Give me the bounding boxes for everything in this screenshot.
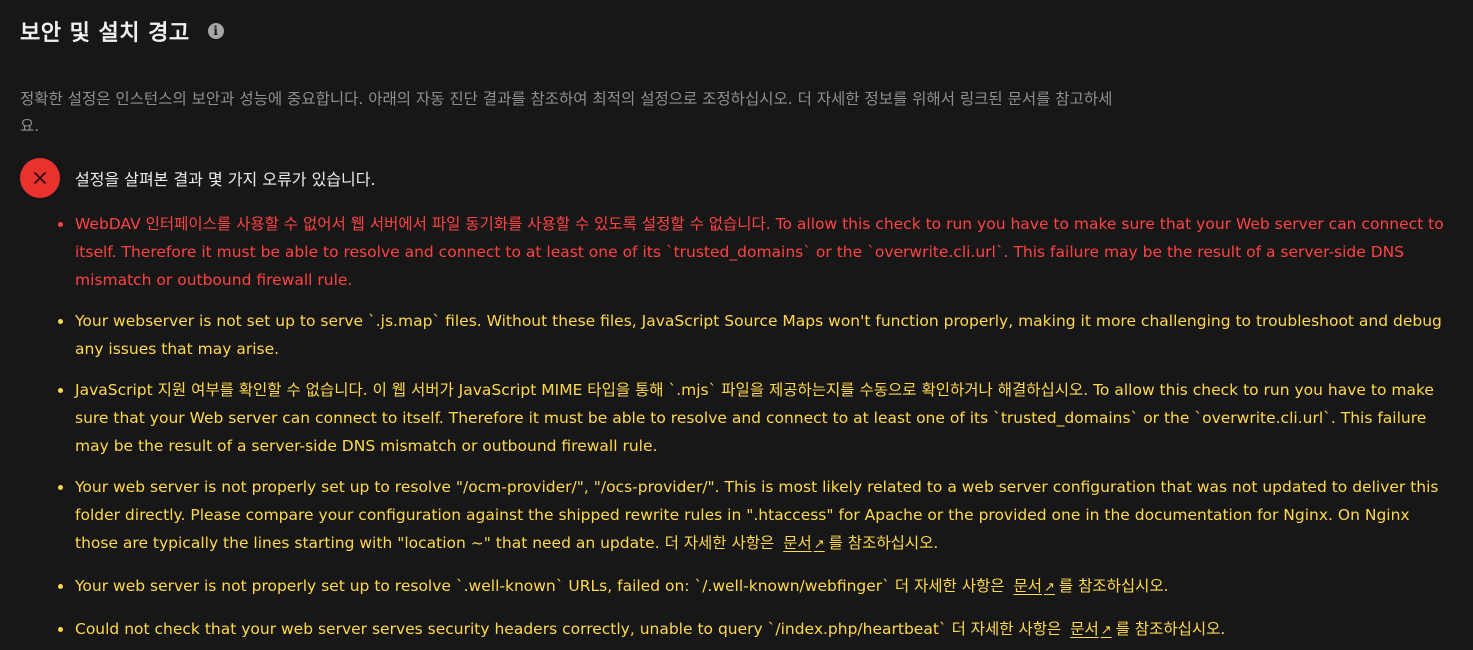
link-label: 문서	[1070, 620, 1099, 638]
issue-text-suffix: 를 참조하십시오.	[1115, 620, 1226, 638]
external-link-icon: ↗	[813, 537, 825, 552]
issue-item-js-map: Your webserver is not set up to serve `.…	[58, 307, 1453, 363]
link-label: 문서	[783, 534, 812, 552]
section-title: 보안 및 설치 경고	[20, 21, 190, 46]
issue-text: Your web server is not properly set up t…	[75, 577, 1005, 595]
bullet	[58, 584, 63, 589]
link-label: 문서	[1013, 577, 1042, 595]
status-text: 설정을 살펴본 결과 몇 가지 오류가 있습니다.	[75, 170, 376, 189]
bullet	[58, 485, 63, 490]
issue-item-ocm-provider: Your web server is not properly set up t…	[58, 473, 1453, 559]
close-icon	[20, 158, 60, 198]
documentation-link[interactable]: 문서 ↗	[1070, 620, 1111, 638]
status-row: 설정을 살펴본 결과 몇 가지 오류가 있습니다.	[20, 158, 1453, 198]
documentation-link[interactable]: 문서 ↗	[1013, 577, 1054, 595]
info-icon[interactable]: i	[207, 23, 224, 39]
issue-item-security-headers: Could not check that your web server ser…	[58, 615, 1453, 645]
security-setup-warnings-section: 보안 및 설치 경고 i 정확한 설정은 인스턴스의 보안과 성능에 중요합니다…	[0, 0, 1473, 650]
intro-text: 정확한 설정은 인스턴스의 보안과 성능에 중요합니다. 아래의 자동 진단 결…	[20, 90, 1113, 135]
section-header: 보안 및 설치 경고 i	[20, 14, 1453, 48]
bullet	[58, 222, 63, 227]
issue-text-suffix: 를 참조하십시오.	[1058, 577, 1169, 595]
issue-text: Could not check that your web server ser…	[75, 620, 1062, 638]
issue-item-well-known: Your web server is not properly set up t…	[58, 572, 1453, 602]
issue-text: WebDAV 인터페이스를 사용할 수 없어서 웹 서버에서 파일 동기화를 사…	[75, 215, 1444, 289]
issue-item-mjs-mime: JavaScript 지원 여부를 확인할 수 없습니다. 이 웹 서버가 Ja…	[58, 376, 1453, 460]
bullet	[58, 319, 63, 324]
external-link-icon: ↗	[1043, 580, 1055, 595]
issue-item-webdav: WebDAV 인터페이스를 사용할 수 없어서 웹 서버에서 파일 동기화를 사…	[58, 210, 1453, 294]
external-link-icon: ↗	[1100, 623, 1112, 638]
issue-text-suffix: 를 참조하십시오.	[828, 534, 939, 552]
issue-list: WebDAV 인터페이스를 사용할 수 없어서 웹 서버에서 파일 동기화를 사…	[20, 210, 1453, 645]
issue-text: JavaScript 지원 여부를 확인할 수 없습니다. 이 웹 서버가 Ja…	[75, 381, 1434, 455]
issue-text: Your webserver is not set up to serve `.…	[75, 312, 1442, 358]
bullet	[58, 627, 63, 632]
documentation-link[interactable]: 문서 ↗	[783, 534, 824, 552]
issue-text: Your web server is not properly set up t…	[75, 478, 1439, 552]
bullet	[58, 388, 63, 393]
